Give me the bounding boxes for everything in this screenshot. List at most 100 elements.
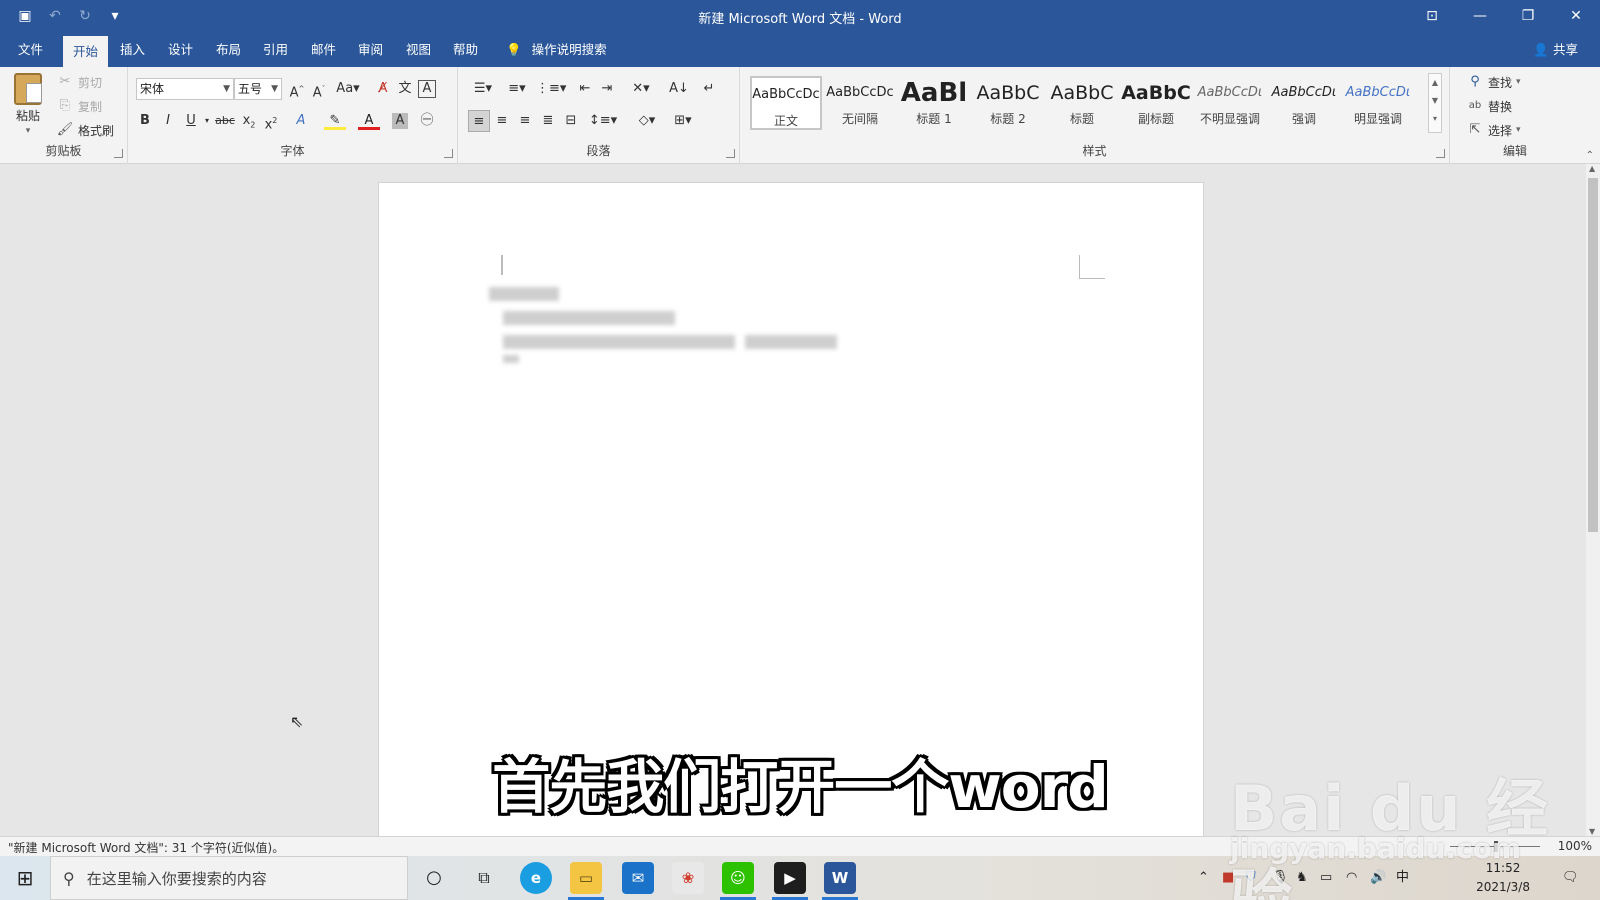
font-launcher-icon[interactable]	[444, 149, 453, 158]
paste-button[interactable]: 粘贴 ▾	[14, 73, 42, 136]
line-spacing-icon[interactable]: ↕≡▾	[588, 110, 618, 132]
copy-button[interactable]: ⎘ 复制	[56, 97, 102, 115]
share-button[interactable]: 👤 共享	[1533, 33, 1578, 67]
styles-launcher-icon[interactable]	[1436, 149, 1445, 158]
borders-icon[interactable]: ⊞▾	[668, 110, 698, 132]
style-subtitle[interactable]: AaBbC 副标题	[1120, 76, 1192, 130]
align-center-icon[interactable]: ≡	[491, 110, 513, 132]
windows-start-icon[interactable]: ⊞	[0, 856, 50, 900]
styles-scroll[interactable]: ▲ ▼ ▾	[1428, 73, 1442, 133]
scrollbar-thumb[interactable]	[1588, 178, 1598, 532]
tray-expand-icon[interactable]: ⌃	[1198, 856, 1209, 900]
align-right-icon[interactable]: ≡	[514, 110, 536, 132]
italic-icon[interactable]: I	[157, 110, 179, 132]
bold-icon[interactable]: B	[134, 110, 156, 132]
tab-file[interactable]: 文件	[18, 33, 43, 67]
shading-icon[interactable]: ◇▾	[632, 110, 662, 132]
minimize-icon[interactable]: —	[1456, 0, 1504, 33]
font-group: 宋体 ▼ 五号 ▼ A^ Aˇ Aa▾ A̸ 文 A B I U ▾ abc x2 …	[128, 67, 458, 164]
tab-references[interactable]: 引用	[263, 33, 288, 67]
align-left-icon[interactable]: ≡	[468, 110, 490, 132]
paragraph-launcher-icon[interactable]	[726, 149, 735, 158]
restore-icon[interactable]: ❐	[1504, 0, 1552, 33]
mail-icon[interactable]: ✉	[622, 862, 654, 894]
strikethrough-icon[interactable]: abc	[214, 110, 236, 132]
font-color-icon[interactable]: A	[358, 110, 380, 130]
word-count-status[interactable]: "新建 Microsoft Word 文档": 31 个字符(近似值)。	[8, 839, 284, 856]
file-explorer-icon[interactable]: ▭	[570, 862, 602, 894]
tab-insert[interactable]: 插入	[120, 33, 145, 67]
sort-icon[interactable]: A↓	[668, 78, 690, 100]
text-effects-icon[interactable]: A	[290, 110, 312, 132]
paint-icon[interactable]: ❀	[672, 862, 704, 894]
clear-formatting-icon[interactable]: A̸	[372, 78, 394, 100]
show-marks-icon[interactable]: ↵	[698, 78, 720, 100]
ribbon-display-options-icon[interactable]: ⊡	[1408, 0, 1456, 33]
bullets-icon[interactable]: ☰▾	[468, 78, 498, 100]
style-name: 不明显强调	[1199, 112, 1260, 126]
distributed-icon[interactable]: ⊟	[560, 110, 582, 132]
taskbar-search-box[interactable]: ⚲ 在这里输入你要搜索的内容	[50, 856, 408, 900]
vertical-scrollbar[interactable]: ▲ ▼	[1586, 164, 1600, 836]
clipboard-launcher-icon[interactable]	[114, 149, 123, 158]
character-border-icon[interactable]: A	[418, 80, 436, 98]
share-label: 共享	[1552, 42, 1578, 57]
shrink-font-icon[interactable]: Aˇ	[308, 78, 330, 100]
collapse-ribbon-icon[interactable]: ⌃	[1586, 150, 1594, 161]
tell-me-search[interactable]: 💡 操作说明搜索	[506, 33, 607, 67]
blurred-text-line	[745, 335, 837, 349]
find-button[interactable]: ⚲ 查找 ▾	[1466, 73, 1520, 91]
scroll-down-icon[interactable]: ▼	[1589, 827, 1595, 836]
style-subtle-emphasis[interactable]: AaBbCcDι 不明显强调	[1194, 76, 1266, 130]
phonetic-guide-icon[interactable]: 文	[394, 78, 416, 100]
character-shading-icon[interactable]: A	[392, 113, 408, 129]
style-name: 标题	[1069, 112, 1094, 126]
style-heading-2[interactable]: AaBbC 标题 2	[972, 76, 1044, 130]
numbering-icon[interactable]: ≡▾	[502, 78, 532, 100]
font-group-label: 字体	[280, 144, 305, 158]
style-no-spacing[interactable]: AaBbCcDc 无间隔	[824, 76, 896, 130]
select-button[interactable]: ⇱ 选择 ▾	[1466, 121, 1521, 139]
select-label: 选择	[1488, 123, 1513, 138]
decrease-indent-icon[interactable]: ⇤	[574, 78, 596, 100]
cortana-icon[interactable]: ○	[418, 862, 450, 894]
style-title[interactable]: AaBbC 标题	[1046, 76, 1118, 130]
edge-icon[interactable]: e	[520, 862, 552, 894]
style-intense-emphasis[interactable]: AaBbCcDι 明显强调	[1342, 76, 1414, 130]
tab-help[interactable]: 帮助	[453, 33, 478, 67]
style-emphasis[interactable]: AaBbCcDι 强调	[1268, 76, 1340, 130]
tab-design[interactable]: 设计	[168, 33, 193, 67]
grow-font-icon[interactable]: A^	[286, 78, 308, 100]
document-page[interactable]	[378, 182, 1204, 836]
subscript-icon[interactable]: x2	[238, 110, 260, 132]
font-size-combo[interactable]: 五号 ▼	[234, 78, 282, 100]
tab-home[interactable]: 开始	[63, 36, 109, 67]
change-case-icon[interactable]: Aa▾	[334, 78, 362, 100]
style-heading-1[interactable]: AaBl 标题 1	[898, 76, 970, 130]
tab-view[interactable]: 视图	[406, 33, 431, 67]
tab-review[interactable]: 审阅	[358, 33, 383, 67]
enclosed-character-icon[interactable]: ㊀	[416, 110, 438, 132]
cut-button[interactable]: ✂ 剪切	[56, 73, 102, 91]
close-icon[interactable]: ✕	[1552, 0, 1600, 33]
tab-layout[interactable]: 布局	[216, 33, 241, 67]
increase-indent-icon[interactable]: ⇥	[596, 78, 618, 100]
watermark-brand: Bai du 经验	[1230, 772, 1551, 900]
word-icon[interactable]: W	[824, 862, 856, 894]
multilevel-list-icon[interactable]: ⋮≡▾	[536, 78, 566, 100]
style-name: 明显强调	[1353, 112, 1402, 126]
chinese-layout-icon[interactable]: ✕▾	[626, 78, 656, 100]
scroll-up-icon[interactable]: ▲	[1589, 164, 1595, 173]
style-normal[interactable]: AaBbCcDc 正文	[750, 76, 822, 130]
cut-label: 剪切	[78, 75, 103, 90]
format-painter-button[interactable]: 🖌 格式刷	[56, 121, 114, 139]
highlight-icon[interactable]: ✎	[324, 110, 346, 130]
video-icon[interactable]: ▶	[774, 862, 806, 894]
font-name-combo[interactable]: 宋体 ▼	[136, 78, 234, 100]
justify-icon[interactable]: ≣	[537, 110, 559, 132]
wechat-icon[interactable]: ☺	[722, 862, 754, 894]
tab-mailings[interactable]: 邮件	[311, 33, 336, 67]
superscript-icon[interactable]: x2	[260, 110, 282, 132]
task-view-icon[interactable]: ⧉	[468, 862, 500, 894]
replace-button[interactable]: ab 替换	[1466, 97, 1512, 115]
